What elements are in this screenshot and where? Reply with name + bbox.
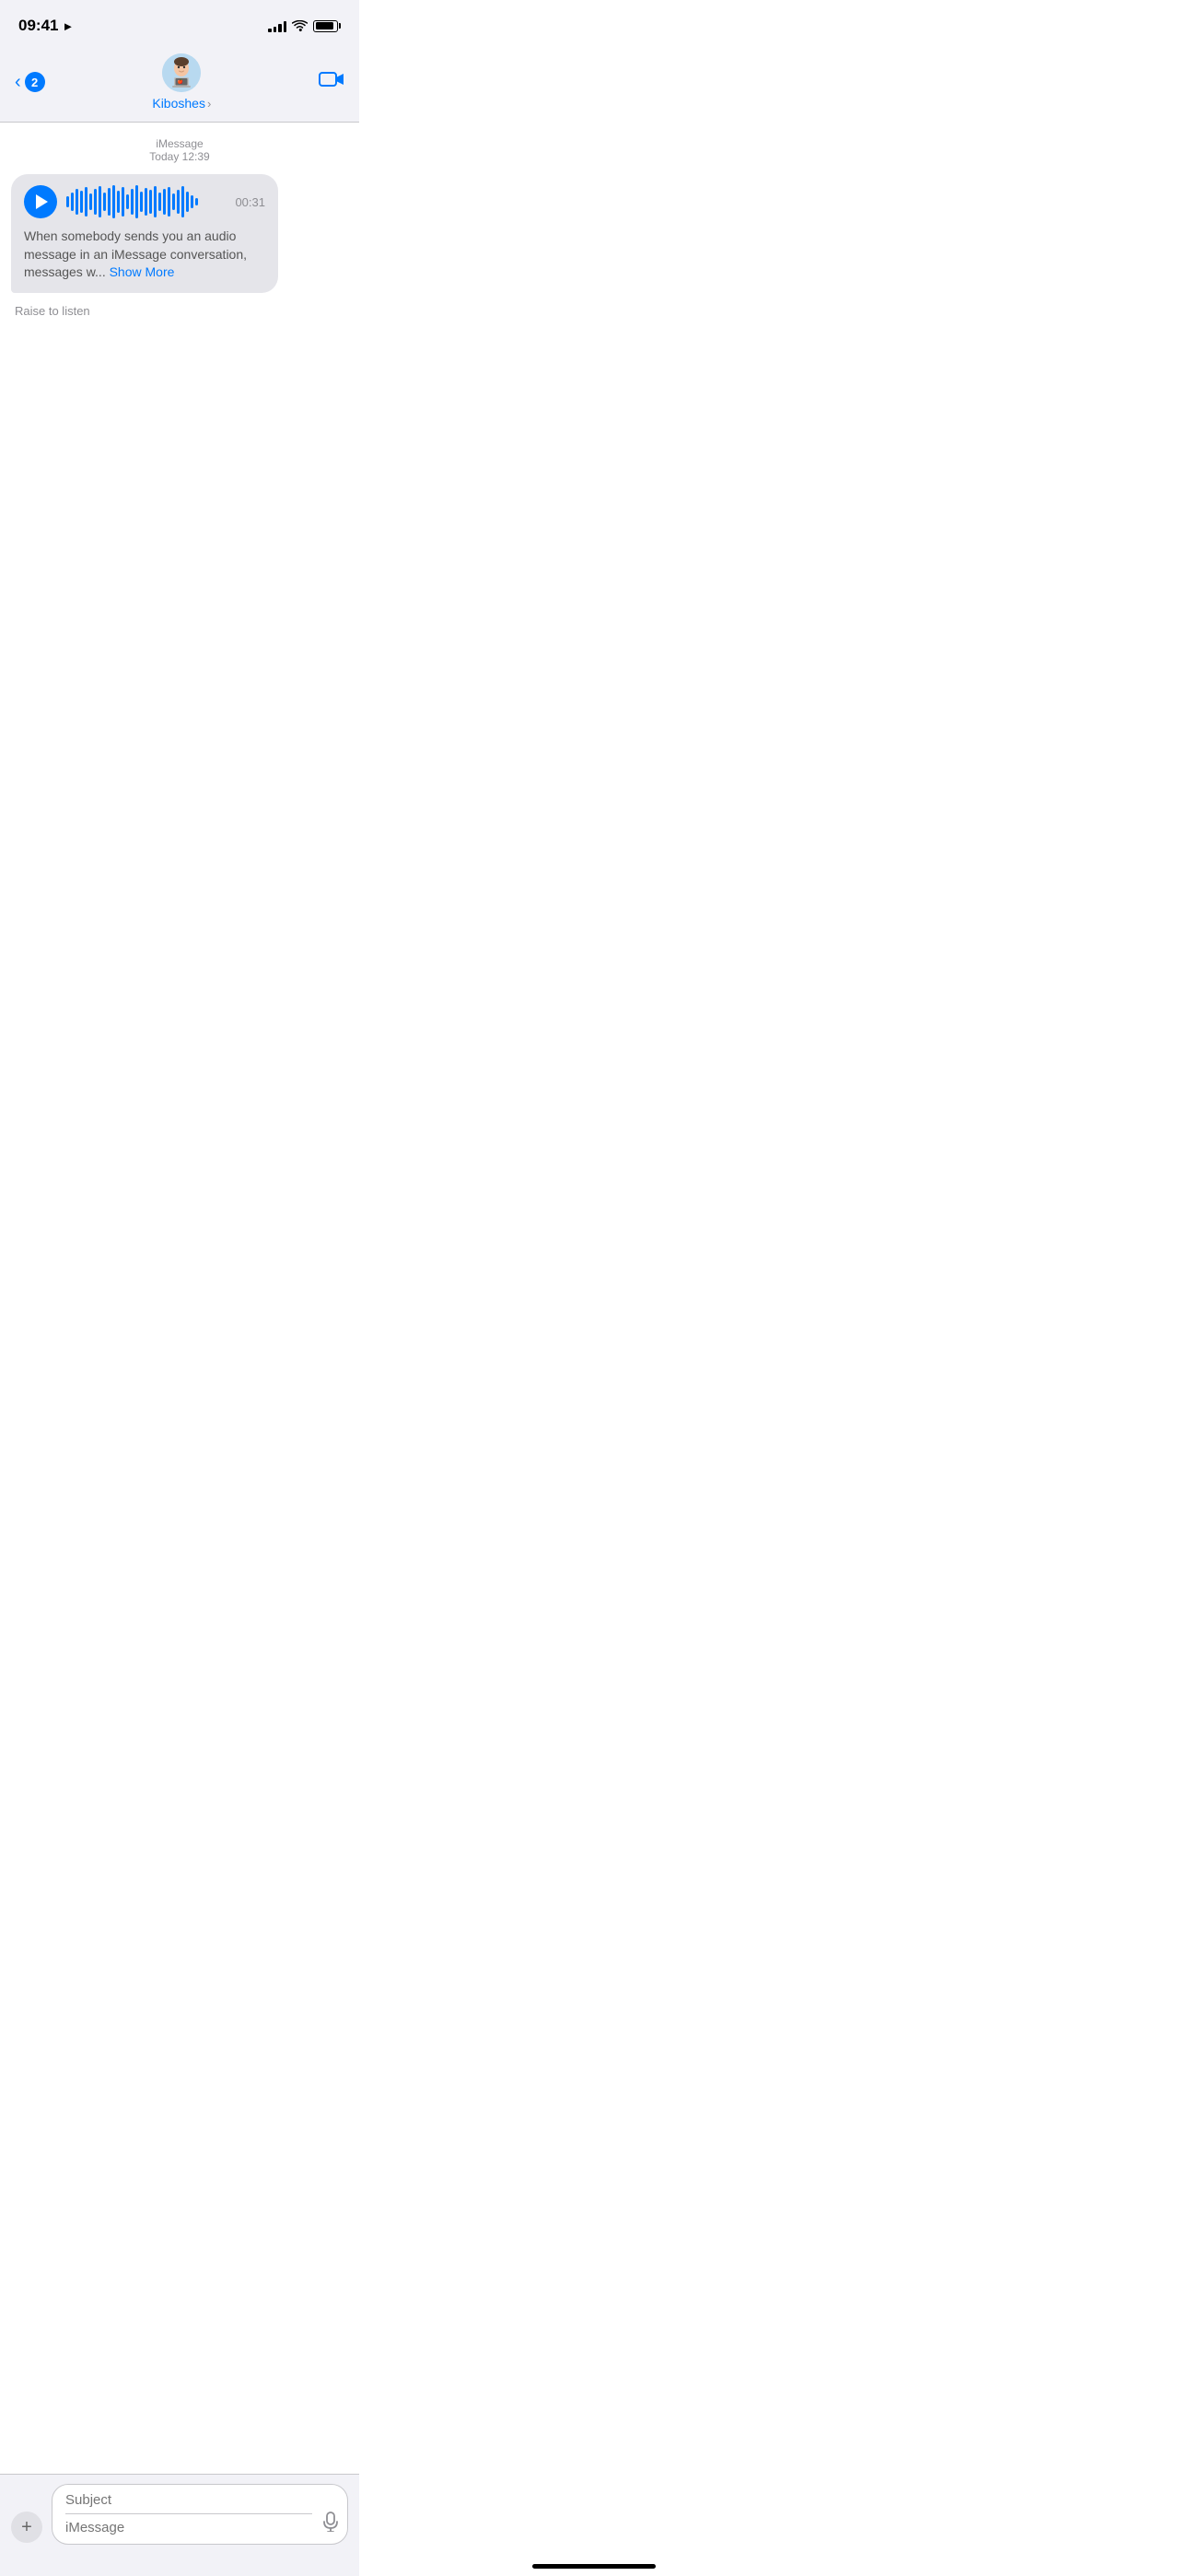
svg-text:🍎: 🍎 (178, 78, 183, 85)
add-icon: + (21, 2518, 32, 2536)
signal-bar-1 (268, 29, 272, 32)
wifi-icon (292, 20, 308, 32)
waveform-bar (168, 187, 170, 217)
message-input-area: + (0, 2474, 359, 2576)
audio-waveform (66, 185, 226, 218)
message-timestamp: iMessage Today 12:39 (0, 137, 359, 163)
back-chevron-icon: ‹ (15, 73, 21, 91)
audio-duration: 00:31 (235, 195, 265, 209)
waveform-bar (140, 192, 143, 212)
waveform-bar (71, 193, 74, 211)
waveform-bar (126, 194, 129, 209)
back-count-badge: 2 (25, 72, 45, 92)
waveform-bar (135, 185, 138, 218)
waveform-bar (172, 193, 175, 210)
waveform-bar (99, 186, 101, 217)
audio-message-bubble: 00:31 When somebody sends you an audio m… (11, 174, 278, 293)
contact-name-label: Kiboshes › (152, 96, 211, 111)
waveform-bar (108, 188, 111, 216)
microphone-button[interactable] (323, 2512, 338, 2536)
status-icons (268, 19, 341, 32)
avatar-image: 🍎 (162, 53, 201, 92)
video-camera-icon (319, 70, 344, 88)
signal-bar-2 (274, 27, 277, 32)
audio-message-container: 00:31 When somebody sends you an audio m… (0, 174, 359, 293)
signal-bar-4 (284, 21, 287, 32)
waveform-bar (89, 193, 92, 210)
waveform-bar (122, 187, 124, 217)
audio-player: 00:31 (24, 185, 265, 218)
message-input-fields (52, 2484, 348, 2545)
contact-name-text: Kiboshes (152, 96, 205, 111)
waveform-bar (131, 189, 134, 215)
waveform-bar (80, 191, 83, 213)
waveform-bar (195, 198, 198, 205)
waveform-bar (158, 193, 161, 211)
time-display: 09:41 (18, 17, 58, 35)
waveform-bar (66, 196, 69, 207)
messages-area: iMessage Today 12:39 (0, 123, 359, 675)
waveform-bar (191, 195, 193, 208)
waveform-bar (145, 188, 147, 216)
status-time: 09:41 ► (18, 17, 74, 35)
waveform-bar (186, 192, 189, 212)
waveform-bar (163, 189, 166, 215)
audio-transcript: When somebody sends you an audio message… (24, 228, 265, 282)
contact-chevron-icon: › (207, 97, 211, 111)
waveform-bar (112, 185, 115, 218)
signal-bar-3 (278, 24, 282, 32)
waveform-bar (76, 189, 78, 215)
waveform-bar (117, 191, 120, 213)
add-button[interactable]: + (11, 2512, 42, 2543)
play-button[interactable] (24, 185, 57, 218)
navigation-header: ‹ 2 🍎 (0, 46, 359, 123)
contact-header[interactable]: 🍎 Kiboshes › (152, 53, 211, 111)
waveform-bar (85, 187, 87, 217)
waveform-bar (149, 190, 152, 214)
battery-icon (313, 20, 341, 32)
play-icon (36, 194, 48, 209)
datetime-label: Today 12:39 (0, 150, 359, 163)
video-call-button[interactable] (319, 70, 344, 94)
raise-to-listen-label: Raise to listen (0, 300, 359, 322)
status-bar: 09:41 ► (0, 0, 359, 46)
message-input[interactable] (65, 2520, 312, 2535)
home-indicator (532, 2564, 656, 2569)
waveform-bar (94, 189, 97, 215)
back-button[interactable]: ‹ 2 (15, 72, 45, 92)
waveform-bar (103, 193, 106, 211)
show-more-button[interactable]: Show More (110, 264, 175, 279)
waveform-bar (154, 186, 157, 217)
service-label: iMessage (0, 137, 359, 150)
avatar: 🍎 (162, 53, 201, 92)
microphone-icon (323, 2512, 338, 2532)
waveform-bar (177, 190, 180, 214)
location-arrow-icon: ► (62, 19, 74, 33)
subject-input[interactable] (65, 2492, 312, 2514)
signal-bars-icon (268, 19, 286, 32)
waveform-bar (181, 186, 184, 217)
